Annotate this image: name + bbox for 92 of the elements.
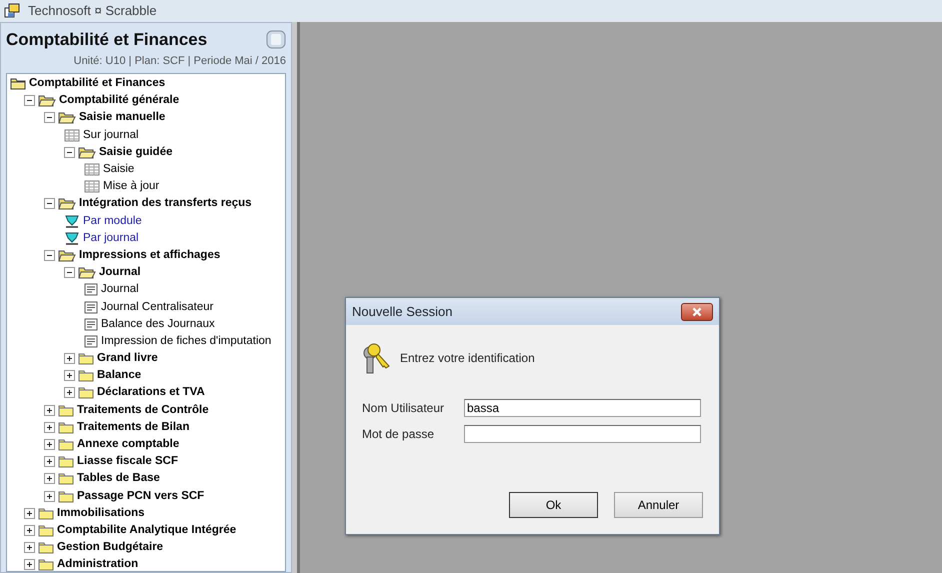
report-icon [84,300,98,314]
app-icon [4,3,20,19]
tree-item[interactable]: Tables de Base [74,471,160,486]
expand-icon[interactable] [64,353,75,364]
open-folder-icon [38,94,56,108]
tree-item[interactable]: Par module [80,214,142,229]
tree-item[interactable]: Saisie manuelle [76,110,166,126]
open-folder-icon [58,197,76,210]
open-folder-icon [78,146,96,159]
expand-icon[interactable] [44,439,55,450]
expand-icon[interactable] [44,473,55,484]
tree-item[interactable]: Immobilisations [54,506,145,521]
folder-icon [58,490,74,503]
report-icon [84,318,98,331]
field-label: Nom Utilisateur [362,400,446,417]
tree-item[interactable]: Impressions et affichages [76,248,220,263]
gem-icon [64,214,80,228]
expand-icon[interactable] [24,524,35,536]
open-folder-icon [58,248,76,262]
tree-item[interactable]: Saisie guidée [96,144,173,160]
window-title: Technosoft ¤ Scrabble [28,2,157,20]
tree-item[interactable]: Sur journal [80,128,139,143]
expand-icon[interactable] [64,370,75,382]
report-icon [84,283,98,296]
folder-icon [78,369,94,382]
expand-icon[interactable] [24,542,35,554]
folder-icon [38,541,54,554]
collapse-icon[interactable] [44,112,55,124]
tree-item[interactable]: Administration [54,557,138,571]
grid-icon [84,180,100,194]
grid-icon [84,163,100,176]
folder-icon [58,472,74,486]
panel-toggle-icon[interactable] [266,30,286,50]
tree-item[interactable]: Passage PCN vers SCF [74,488,204,504]
tree-item[interactable]: Mise à jour [100,179,160,194]
close-button[interactable] [681,302,713,320]
folder-icon [10,77,26,90]
collapse-icon[interactable] [44,198,55,210]
tree-item[interactable]: Comptabilite Analytique Intégrée [54,522,236,538]
tree-item[interactable]: Impression de fiches d'imputation [98,334,272,349]
grid-icon [64,128,80,142]
dialog-title: Nouvelle Session [352,302,452,321]
folder-icon [58,420,74,434]
folder-icon [58,455,74,468]
keys-icon [362,341,392,375]
input-field[interactable]: bassa [464,399,701,417]
dialog-button[interactable]: Annuler [614,492,703,518]
folder-icon [38,558,54,571]
tree-item[interactable]: Traitements de Bilan [74,420,190,435]
dialog-message: Entrez votre identification [400,350,535,367]
folder-icon [38,524,54,537]
tree-item[interactable]: Intégration des transferts reçus [76,196,252,212]
tree-item[interactable]: Liasse fiscale SCF [74,454,178,470]
expand-icon[interactable] [44,404,55,416]
expand-icon[interactable] [24,559,35,570]
tree-item[interactable]: Balance des Journaux [98,316,215,332]
panel-title: Comptabilité et Finances [6,29,208,51]
folder-icon [58,438,74,452]
tree-item[interactable]: Balance [94,368,142,384]
expand-icon[interactable] [44,490,55,502]
folder-icon [78,352,94,366]
open-folder-icon [78,266,96,280]
collapse-icon[interactable] [24,95,35,106]
collapse-icon[interactable] [44,250,55,261]
folder-icon [78,386,94,400]
tree-item[interactable]: Déclarations et TVA [94,385,205,400]
tree-item[interactable]: Saisie [100,162,134,178]
report-icon [84,334,98,348]
folder-icon [58,404,74,417]
tree-item[interactable]: Journal [98,282,139,298]
tree-item[interactable]: Journal [96,265,141,280]
expand-icon[interactable] [24,508,35,519]
tree-item[interactable]: Par journal [80,230,139,246]
open-folder-icon [58,111,76,124]
tree-item[interactable]: Comptabilité générale [56,93,180,108]
collapse-icon[interactable] [64,146,75,158]
tree-item[interactable]: Grand livre [94,351,158,366]
folder-icon [38,506,54,520]
tree-item[interactable]: Journal Centralisateur [98,300,214,315]
tree-item[interactable]: Traitements de Contrôle [74,402,209,418]
tree-item[interactable]: Annexe comptable [74,437,180,452]
expand-icon[interactable] [44,456,55,468]
field-label: Mot de passe [362,426,436,443]
tree-item[interactable]: Comptabilité et Finances [26,76,166,92]
input-field[interactable] [464,425,701,443]
tree-item[interactable]: Gestion Budgétaire [54,540,164,556]
expand-icon[interactable] [44,422,55,433]
expand-icon[interactable] [64,387,75,398]
panel-subtitle: Unité: U10 | Plan: SCF | Periode Mai / 2016 [72,54,286,68]
gem-icon [64,231,80,246]
dialog-button[interactable]: Ok [509,492,598,518]
collapse-icon[interactable] [64,267,75,278]
